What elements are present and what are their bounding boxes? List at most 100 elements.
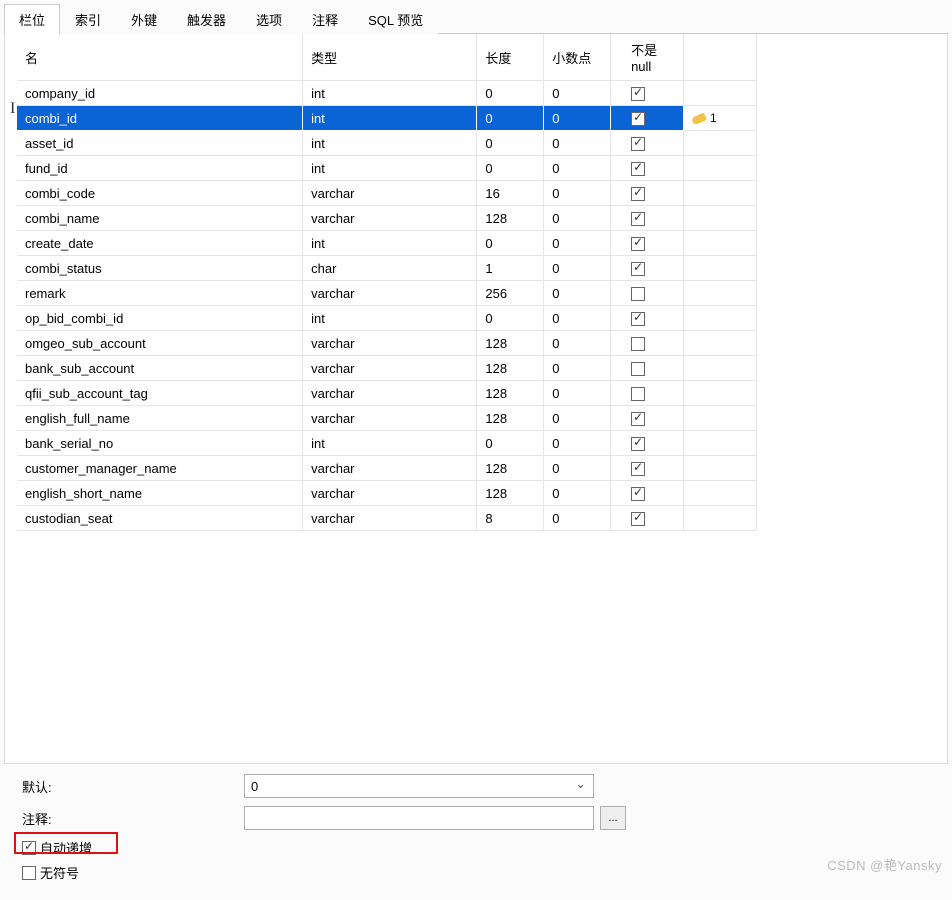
- cell-decimals[interactable]: 0: [544, 331, 611, 356]
- cell-length[interactable]: 0: [477, 306, 544, 331]
- cell-key[interactable]: [684, 406, 757, 431]
- cell-notnull[interactable]: [611, 331, 684, 356]
- cell-decimals[interactable]: 0: [544, 231, 611, 256]
- cell-decimals[interactable]: 0: [544, 256, 611, 281]
- cell-key[interactable]: [684, 256, 757, 281]
- cell-type[interactable]: varchar: [303, 456, 477, 481]
- cell-length[interactable]: 16: [477, 181, 544, 206]
- cell-notnull[interactable]: [611, 456, 684, 481]
- tab-3[interactable]: 触发器: [172, 4, 241, 34]
- cell-length[interactable]: 128: [477, 206, 544, 231]
- cell-key[interactable]: [684, 381, 757, 406]
- notnull-checkbox[interactable]: [631, 112, 645, 126]
- cell-decimals[interactable]: 0: [544, 456, 611, 481]
- cell-notnull[interactable]: [611, 256, 684, 281]
- cell-key[interactable]: [684, 456, 757, 481]
- cell-notnull[interactable]: [611, 206, 684, 231]
- cell-decimals[interactable]: 0: [544, 156, 611, 181]
- notnull-checkbox[interactable]: [631, 487, 645, 501]
- cell-decimals[interactable]: 0: [544, 381, 611, 406]
- cell-type[interactable]: varchar: [303, 406, 477, 431]
- cell-key[interactable]: [684, 356, 757, 381]
- table-row[interactable]: fund_idint00: [17, 156, 757, 181]
- default-value-select[interactable]: [244, 774, 594, 798]
- cell-notnull[interactable]: [611, 306, 684, 331]
- table-row[interactable]: combi_idint001: [17, 106, 757, 131]
- cell-type[interactable]: varchar: [303, 331, 477, 356]
- notnull-checkbox[interactable]: [631, 287, 645, 301]
- cell-decimals[interactable]: 0: [544, 81, 611, 106]
- notnull-checkbox[interactable]: [631, 362, 645, 376]
- tab-2[interactable]: 外键: [116, 4, 172, 34]
- notnull-checkbox[interactable]: [631, 237, 645, 251]
- cell-key[interactable]: [684, 206, 757, 231]
- cell-notnull[interactable]: [611, 506, 684, 531]
- notnull-checkbox[interactable]: [631, 412, 645, 426]
- notnull-checkbox[interactable]: [631, 262, 645, 276]
- cell-type[interactable]: int: [303, 106, 477, 131]
- cell-decimals[interactable]: 0: [544, 281, 611, 306]
- header-decimals[interactable]: 小数点: [544, 34, 611, 81]
- cell-length[interactable]: 0: [477, 106, 544, 131]
- cell-name[interactable]: combi_status: [17, 256, 303, 281]
- cell-type[interactable]: int: [303, 156, 477, 181]
- cell-key[interactable]: [684, 131, 757, 156]
- cell-type[interactable]: int: [303, 81, 477, 106]
- table-row[interactable]: combi_codevarchar160: [17, 181, 757, 206]
- cell-notnull[interactable]: [611, 281, 684, 306]
- auto-increment-checkbox[interactable]: [22, 841, 36, 855]
- notnull-checkbox[interactable]: [631, 437, 645, 451]
- cell-type[interactable]: int: [303, 231, 477, 256]
- cell-name[interactable]: customer_manager_name: [17, 456, 303, 481]
- cell-decimals[interactable]: 0: [544, 206, 611, 231]
- cell-name[interactable]: custodian_seat: [17, 506, 303, 531]
- cell-type[interactable]: char: [303, 256, 477, 281]
- cell-length[interactable]: 128: [477, 331, 544, 356]
- cell-notnull[interactable]: [611, 381, 684, 406]
- cell-name[interactable]: qfii_sub_account_tag: [17, 381, 303, 406]
- cell-name[interactable]: english_full_name: [17, 406, 303, 431]
- notnull-checkbox[interactable]: [631, 512, 645, 526]
- cell-decimals[interactable]: 0: [544, 306, 611, 331]
- table-row[interactable]: bank_serial_noint00: [17, 431, 757, 456]
- notnull-checkbox[interactable]: [631, 312, 645, 326]
- comment-ellipsis-button[interactable]: ...: [600, 806, 626, 830]
- cell-length[interactable]: 1: [477, 256, 544, 281]
- cell-length[interactable]: 128: [477, 456, 544, 481]
- cell-notnull[interactable]: [611, 106, 684, 131]
- table-row[interactable]: remarkvarchar2560: [17, 281, 757, 306]
- header-name[interactable]: 名: [17, 34, 303, 81]
- notnull-checkbox[interactable]: [631, 462, 645, 476]
- cell-type[interactable]: varchar: [303, 506, 477, 531]
- cell-length[interactable]: 128: [477, 406, 544, 431]
- cell-decimals[interactable]: 0: [544, 506, 611, 531]
- cell-name[interactable]: combi_name: [17, 206, 303, 231]
- header-type[interactable]: 类型: [303, 34, 477, 81]
- cell-type[interactable]: int: [303, 431, 477, 456]
- cell-name[interactable]: op_bid_combi_id: [17, 306, 303, 331]
- cell-notnull[interactable]: [611, 81, 684, 106]
- cell-type[interactable]: varchar: [303, 206, 477, 231]
- cell-decimals[interactable]: 0: [544, 106, 611, 131]
- cell-name[interactable]: combi_code: [17, 181, 303, 206]
- comment-input[interactable]: [244, 806, 594, 830]
- table-row[interactable]: english_full_namevarchar1280: [17, 406, 757, 431]
- cell-name[interactable]: bank_sub_account: [17, 356, 303, 381]
- tab-6[interactable]: SQL 预览: [353, 4, 438, 34]
- cell-name[interactable]: company_id: [17, 81, 303, 106]
- table-row[interactable]: create_dateint00: [17, 231, 757, 256]
- cell-key[interactable]: [684, 81, 757, 106]
- cell-notnull[interactable]: [611, 131, 684, 156]
- cell-name[interactable]: create_date: [17, 231, 303, 256]
- cell-key[interactable]: [684, 306, 757, 331]
- cell-notnull[interactable]: [611, 156, 684, 181]
- cell-length[interactable]: 128: [477, 356, 544, 381]
- notnull-checkbox[interactable]: [631, 162, 645, 176]
- cell-key[interactable]: 1: [684, 106, 757, 131]
- cell-notnull[interactable]: [611, 181, 684, 206]
- header-notnull[interactable]: 不是 null: [611, 34, 684, 81]
- table-row[interactable]: qfii_sub_account_tagvarchar1280: [17, 381, 757, 406]
- cell-decimals[interactable]: 0: [544, 406, 611, 431]
- cell-name[interactable]: fund_id: [17, 156, 303, 181]
- header-key[interactable]: [684, 34, 757, 81]
